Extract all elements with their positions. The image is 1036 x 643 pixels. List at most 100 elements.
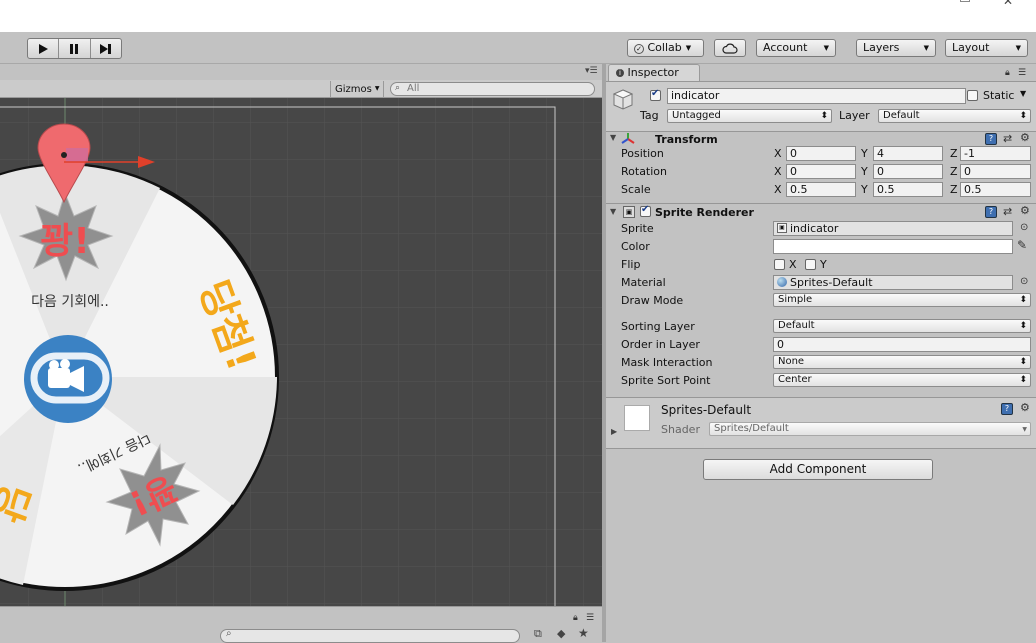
scale-y-field[interactable]: 0.5	[873, 182, 943, 197]
sorting-layer-value: Default	[778, 320, 815, 331]
panel-menu-icon[interactable]: ☰	[1018, 68, 1026, 78]
cloud-button[interactable]	[714, 39, 746, 57]
favorite-star-icon[interactable]: ★	[578, 626, 589, 640]
position-y-label[interactable]: Y	[861, 147, 868, 160]
sprite-sort-point-label: Sprite Sort Point	[621, 374, 711, 387]
add-component-label: Add Component	[769, 462, 867, 476]
foldout-arrow-icon[interactable]: ▶	[611, 427, 617, 436]
scale-z-field[interactable]: 0.5	[960, 182, 1031, 197]
step-button[interactable]	[91, 39, 121, 58]
gear-icon[interactable]: ⚙	[1020, 401, 1030, 414]
stepper-icon: ⬍	[1019, 357, 1027, 367]
static-checkbox[interactable]	[967, 90, 978, 101]
panel-menu-icon[interactable]: ▾☰	[585, 66, 598, 76]
rotation-z-field[interactable]: 0	[960, 164, 1031, 179]
collab-label: Collab	[647, 41, 682, 54]
sprite-renderer-header[interactable]: ▼ ▣ Sprite Renderer ? ⇄ ⚙	[606, 204, 1036, 222]
shader-dropdown[interactable]: Sprites/Default ▼	[709, 422, 1031, 436]
help-icon[interactable]: ?	[985, 133, 997, 145]
draw-mode-value: Simple	[778, 294, 813, 305]
sorting-layer-label: Sorting Layer	[621, 320, 695, 333]
help-icon[interactable]: ?	[1001, 403, 1013, 415]
scale-x-field[interactable]: 0.5	[786, 182, 856, 197]
account-button[interactable]: Account ▼	[756, 39, 836, 57]
sprite-field[interactable]: ▣ indicator	[773, 221, 1013, 236]
stepper-icon: ⬍	[1019, 295, 1027, 305]
position-label: Position	[621, 147, 664, 160]
gear-icon[interactable]: ⚙	[1020, 204, 1030, 217]
mask-interaction-dropdown[interactable]: None ⬍	[773, 355, 1031, 369]
help-icon[interactable]: ?	[985, 206, 997, 218]
rotation-y-label[interactable]: Y	[861, 165, 868, 178]
transform-icon	[621, 133, 635, 144]
order-in-layer-label: Order in Layer	[621, 338, 700, 351]
pause-button[interactable]	[59, 39, 91, 58]
layout-button[interactable]: Layout ▼	[945, 39, 1028, 57]
stepper-icon: ⬍	[1019, 375, 1027, 385]
material-field[interactable]: Sprites-Default	[773, 275, 1013, 290]
rotation-z-label[interactable]: Z	[950, 165, 958, 178]
layer-value: Default	[883, 110, 920, 121]
rotation-x-field[interactable]: 0	[786, 164, 856, 179]
add-component-button[interactable]: Add Component	[703, 459, 933, 480]
rotation-label: Rotation	[621, 165, 668, 178]
tag-label: Tag	[640, 109, 659, 122]
rotation-y-field[interactable]: 0	[873, 164, 943, 179]
minimize-icon[interactable]	[960, 0, 970, 2]
flip-x-checkbox[interactable]	[774, 259, 785, 270]
position-z-field[interactable]: -1	[960, 146, 1031, 161]
sprite-sort-point-dropdown[interactable]: Center ⬍	[773, 373, 1031, 387]
eyedropper-icon[interactable]: ✎	[1017, 238, 1027, 252]
draw-mode-dropdown[interactable]: Simple ⬍	[773, 293, 1031, 307]
close-icon[interactable]: ✕	[1003, 0, 1013, 8]
rotation-x-label[interactable]: X	[774, 165, 782, 178]
scene-header: Gizmos ▼ ⌕ All	[0, 80, 602, 98]
inspector-tab[interactable]: i Inspector	[608, 64, 700, 81]
cloud-icon	[722, 43, 738, 54]
lock-icon[interactable]: 🔒︎	[1005, 68, 1010, 78]
object-name-field[interactable]: indicator	[667, 88, 966, 104]
sprite-label: Sprite	[621, 222, 654, 235]
sprite-renderer-enabled-checkbox[interactable]	[640, 204, 651, 217]
filter-label-icon[interactable]: ◆	[557, 627, 565, 640]
flip-x-label: X	[789, 258, 797, 271]
foldout-arrow-icon[interactable]: ▼	[610, 207, 616, 216]
play-button[interactable]	[28, 39, 60, 58]
scene-search-input[interactable]: ⌕ All	[390, 82, 595, 96]
scale-x-label[interactable]: X	[774, 183, 782, 196]
scale-y-label[interactable]: Y	[861, 183, 868, 196]
panel-menu-icon[interactable]: ☰	[586, 613, 594, 623]
scene-viewport[interactable]: 꽝! 다음 기회에.. 당첨! 다음 기회에.. 꽝! 당	[0, 98, 602, 606]
object-picker-icon[interactable]: ⊙	[1020, 276, 1028, 287]
preset-icon[interactable]: ⇄	[1003, 205, 1012, 218]
chevron-down-icon: ▼	[685, 44, 692, 52]
inspector-panel: i Inspector 🔒︎ ☰ indicator Static ▼ Tag …	[606, 64, 1036, 642]
collab-button[interactable]: ✓ Collab ▼	[627, 39, 704, 57]
position-y-field[interactable]: 4	[873, 146, 943, 161]
sorting-layer-dropdown[interactable]: Default ⬍	[773, 319, 1031, 333]
layers-button[interactable]: Layers ▼	[856, 39, 936, 57]
foldout-arrow-icon[interactable]: ▼	[610, 133, 616, 142]
gear-icon[interactable]: ⚙	[1020, 131, 1030, 144]
active-checkbox[interactable]	[650, 88, 661, 101]
search-icon: ⌕	[395, 83, 401, 93]
color-swatch[interactable]	[773, 239, 1013, 254]
shader-label: Shader	[661, 423, 700, 436]
position-z-label[interactable]: Z	[950, 147, 958, 160]
material-separator	[606, 448, 1036, 449]
static-dropdown-icon[interactable]: ▼	[1020, 89, 1026, 98]
tag-dropdown[interactable]: Untagged ⬍	[667, 109, 832, 123]
gizmos-dropdown[interactable]: Gizmos ▼	[330, 81, 385, 97]
filter-type-icon[interactable]: ⧉	[534, 627, 542, 641]
flip-y-checkbox[interactable]	[805, 259, 816, 270]
position-x-field[interactable]: 0	[786, 146, 856, 161]
scale-z-label[interactable]: Z	[950, 183, 958, 196]
position-x-label[interactable]: X	[774, 147, 782, 160]
project-search-input[interactable]: ⌕	[220, 628, 520, 643]
layer-dropdown[interactable]: Default ⬍	[878, 109, 1031, 123]
lock-icon[interactable]: 🔒︎	[573, 613, 578, 623]
preset-icon[interactable]: ⇄	[1003, 132, 1012, 145]
collab-check-icon: ✓	[634, 44, 644, 54]
object-picker-icon[interactable]: ⊙	[1020, 222, 1028, 233]
order-in-layer-field[interactable]: 0	[773, 337, 1031, 352]
